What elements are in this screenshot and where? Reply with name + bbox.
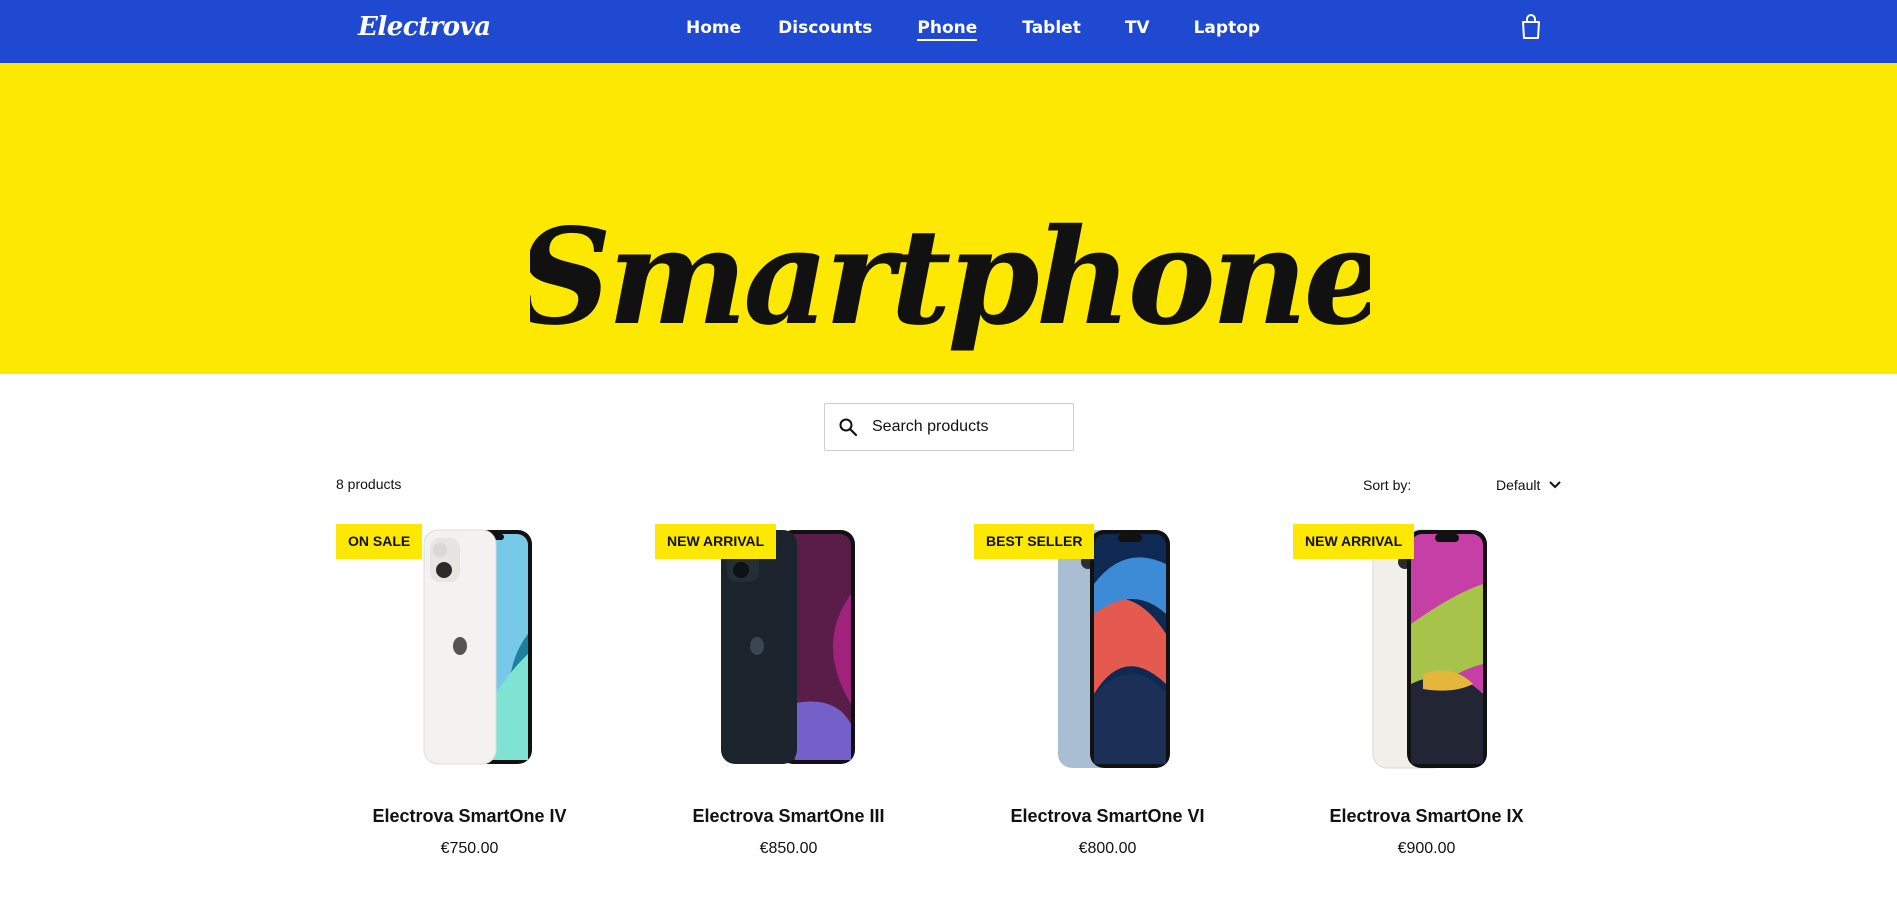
hero-banner: Smartphone [0, 63, 1897, 374]
product-card[interactable]: NEW ARRIVAL Electrova SmartOne IX €900.0… [1293, 524, 1560, 864]
product-badge: ON SALE [336, 524, 423, 559]
hero-title-graphic: Smartphone [530, 203, 1370, 355]
chevron-down-icon [1549, 481, 1562, 489]
product-card[interactable]: BEST SELLER Electrova SmartOne VI €800.0… [974, 524, 1241, 864]
product-count: 8 products [336, 476, 402, 492]
product-badge: NEW ARRIVAL [655, 524, 777, 559]
brand-logo[interactable]: Electrova [358, 12, 491, 42]
product-name[interactable]: Electrova SmartOne IV [336, 806, 603, 827]
top-navigation-bar: Electrova Home Discounts Phone Tablet TV… [0, 0, 1897, 63]
product-badge: BEST SELLER [974, 524, 1095, 559]
product-image[interactable] [1333, 524, 1523, 774]
product-image[interactable] [1014, 524, 1204, 774]
product-image[interactable] [376, 524, 566, 774]
nav-link-laptop[interactable]: Laptop [1194, 18, 1260, 41]
search-box[interactable] [824, 403, 1074, 451]
product-name[interactable]: Electrova SmartOne VI [974, 806, 1241, 827]
product-price: €850.00 [759, 840, 818, 857]
search-input[interactable] [872, 418, 1062, 436]
nav-link-home[interactable]: Home [686, 18, 741, 41]
product-name[interactable]: Electrova SmartOne III [655, 806, 922, 827]
product-badge: NEW ARRIVAL [1293, 524, 1415, 559]
search-icon [839, 418, 858, 437]
product-card[interactable]: NEW ARRIVAL Electrova SmartOne III €850.… [655, 524, 922, 864]
sort-dropdown[interactable]: Default [1496, 477, 1562, 493]
main-nav: Home Discounts Phone Tablet TV Laptop [686, 18, 1260, 41]
nav-link-phone[interactable]: Phone [917, 18, 978, 41]
sort-value: Default [1496, 477, 1541, 493]
nav-link-tablet[interactable]: Tablet [1022, 18, 1081, 41]
product-card[interactable]: ON SALE Electrova SmartOne IV €750.00 [336, 524, 603, 864]
product-price: €750.00 [440, 840, 499, 857]
nav-link-discounts[interactable]: Discounts [778, 18, 872, 41]
product-name[interactable]: Electrova SmartOne IX [1293, 806, 1560, 827]
shopping-bag-icon[interactable] [1520, 14, 1542, 40]
hero-title: Smartphone [530, 203, 1370, 355]
sort-label: Sort by: [1363, 477, 1412, 493]
product-price: €900.00 [1397, 840, 1456, 857]
product-price: €800.00 [1078, 840, 1137, 857]
nav-link-tv[interactable]: TV [1125, 18, 1150, 41]
product-image[interactable] [695, 524, 885, 774]
